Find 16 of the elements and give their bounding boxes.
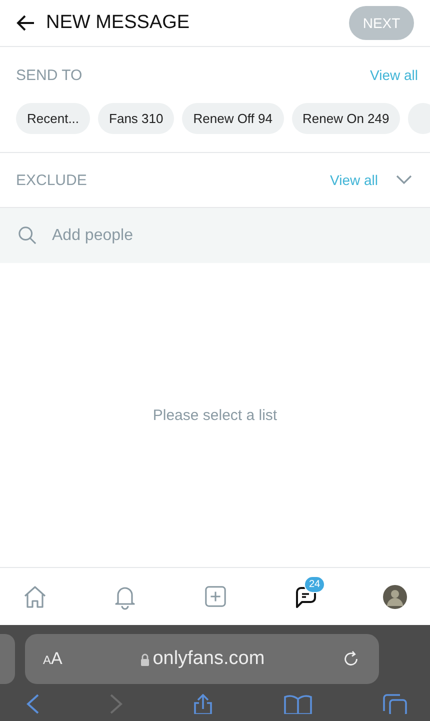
view-all-link[interactable]: View all <box>370 67 418 83</box>
empty-message: Please select a list <box>152 406 278 424</box>
list-chip[interactable]: Recent... <box>16 103 90 134</box>
search-bar[interactable]: Add people <box>0 208 430 263</box>
unread-badge: 24 <box>304 576 326 592</box>
list-chip[interactable]: Renew On 249 <box>292 103 400 134</box>
section-label: EXCLUDE <box>16 172 87 188</box>
page-title: NEW MESSAGE <box>46 12 191 34</box>
address-bar[interactable]: AA onlyfans.com <box>25 634 379 684</box>
section-label: SEND TO <box>16 66 82 84</box>
text-size-button[interactable]: AA <box>43 649 62 669</box>
list-chip[interactable]: Fans 310 <box>98 103 174 134</box>
view-all-link[interactable]: View all <box>330 172 378 188</box>
search-field[interactable]: Add people <box>50 226 354 246</box>
url-text: onlyfans.com <box>152 648 265 670</box>
list-chip[interactable]: Renew Off 94 <box>182 103 284 134</box>
